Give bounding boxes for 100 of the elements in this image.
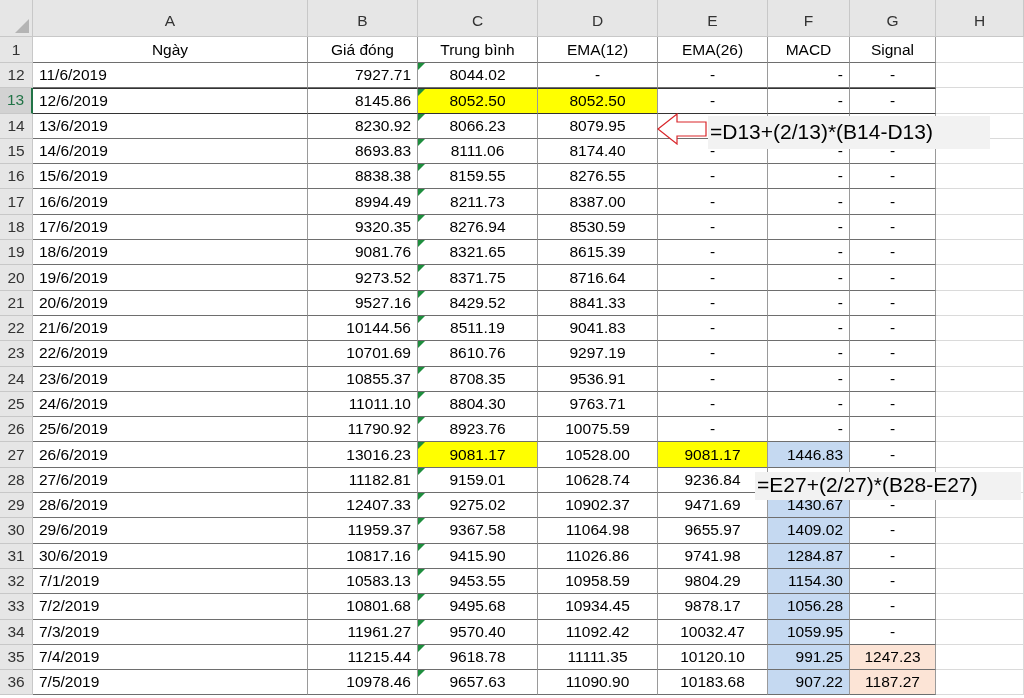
table-cell: - [658, 63, 768, 89]
table-cell: - [850, 417, 936, 443]
table-cell: 7/2/2019 [33, 594, 308, 620]
table-cell: - [768, 63, 850, 89]
column-header[interactable]: F [768, 0, 850, 37]
row-header[interactable]: 13 [0, 88, 33, 114]
table-cell: 7/3/2019 [33, 619, 308, 645]
table-cell: 1446.83 [768, 442, 850, 468]
row-header[interactable]: 30 [0, 518, 33, 544]
table-cell: 9415.90 [418, 543, 538, 569]
table-cell: 9275.02 [418, 493, 538, 519]
table-cell: 8159.55 [418, 164, 538, 190]
row-header[interactable]: 29 [0, 493, 33, 519]
table-cell: 10628.74 [538, 467, 658, 494]
table-cell: - [658, 189, 768, 215]
table-cell: 11961.27 [308, 619, 418, 645]
table-cell: 14/6/2019 [33, 138, 308, 165]
row-header[interactable]: 32 [0, 568, 33, 595]
row-header[interactable]: 31 [0, 543, 33, 569]
table-cell: 11026.86 [538, 543, 658, 569]
row-header[interactable]: 19 [0, 240, 33, 266]
row-header[interactable]: 1 [0, 37, 33, 63]
table-cell: 7/1/2019 [33, 568, 308, 595]
row-header[interactable]: 18 [0, 214, 33, 241]
row-header[interactable]: 35 [0, 644, 33, 671]
table-cell: - [658, 315, 768, 342]
table-cell: - [768, 214, 850, 241]
table-cell: 9159.01 [418, 467, 538, 494]
table-cell: - [850, 214, 936, 241]
row-header[interactable]: 34 [0, 619, 33, 645]
table-cell: 8174.40 [538, 138, 658, 165]
row-header[interactable]: 17 [0, 189, 33, 215]
row-header[interactable]: 23 [0, 341, 33, 367]
table-cell: 16/6/2019 [33, 189, 308, 215]
table-cell: 991.25 [768, 644, 850, 671]
row-header[interactable]: 14 [0, 113, 33, 139]
table-cell: 907.22 [768, 670, 850, 696]
table-cell: 8615.39 [538, 240, 658, 266]
row-header[interactable]: 25 [0, 391, 33, 418]
table-cell: 8841.33 [538, 290, 658, 316]
row-header[interactable]: 12 [0, 63, 33, 89]
table-cell: 7/4/2019 [33, 644, 308, 671]
row-header[interactable]: 24 [0, 366, 33, 392]
table-cell: 22/6/2019 [33, 341, 308, 367]
column-header[interactable]: A [33, 0, 308, 37]
table-cell: 10144.56 [308, 315, 418, 342]
table-cell: 11064.98 [538, 518, 658, 544]
row-header[interactable]: 22 [0, 315, 33, 342]
table-cell: 10934.45 [538, 594, 658, 620]
column-header[interactable]: D [538, 0, 658, 37]
table-cell: 10978.46 [308, 670, 418, 696]
table-cell: 24/6/2019 [33, 391, 308, 418]
table-cell: - [658, 88, 768, 114]
table-cell: 8716.64 [538, 265, 658, 291]
table-cell: 1409.02 [768, 518, 850, 544]
row-header[interactable]: 21 [0, 290, 33, 316]
table-cell: 8276.55 [538, 164, 658, 190]
table-cell: 28/6/2019 [33, 493, 308, 519]
table-cell: 11/6/2019 [33, 63, 308, 89]
row-header[interactable]: 36 [0, 670, 33, 696]
table-cell: - [850, 88, 936, 114]
table-cell: 8052.50 [418, 88, 538, 114]
table-cell: 9618.78 [418, 644, 538, 671]
row-header[interactable]: 15 [0, 138, 33, 165]
row-header[interactable]: 27 [0, 442, 33, 468]
table-cell: 8693.83 [308, 138, 418, 165]
row-header[interactable]: 16 [0, 164, 33, 190]
table-cell: 1056.28 [768, 594, 850, 620]
column-header[interactable]: E [658, 0, 768, 37]
table-cell: - [850, 240, 936, 266]
table-cell: - [768, 88, 850, 114]
column-header[interactable]: G [850, 0, 936, 37]
column-header[interactable]: B [308, 0, 418, 37]
table-cell: - [768, 341, 850, 367]
table-cell: 29/6/2019 [33, 518, 308, 544]
table-cell: 9495.68 [418, 594, 538, 620]
table-cell: 8079.95 [538, 113, 658, 139]
table-cell: - [850, 594, 936, 620]
table-cell: 1154.30 [768, 568, 850, 595]
table-cell: 9527.16 [308, 290, 418, 316]
table-cell: 11111.35 [538, 644, 658, 671]
table-cell: 19/6/2019 [33, 265, 308, 291]
row-header[interactable]: 33 [0, 594, 33, 620]
table-cell: 8276.94 [418, 214, 538, 241]
table-cell: 27/6/2019 [33, 467, 308, 494]
table-header-cell: Signal [850, 37, 936, 63]
column-header[interactable]: C [418, 0, 538, 37]
row-header[interactable]: 26 [0, 417, 33, 443]
table-cell: - [850, 619, 936, 645]
table-cell: 8708.35 [418, 366, 538, 392]
column-header[interactable]: H [936, 0, 1024, 37]
table-cell: 8371.75 [418, 265, 538, 291]
row-header[interactable]: 20 [0, 265, 33, 291]
table-cell: - [850, 391, 936, 418]
row-header[interactable]: 28 [0, 467, 33, 494]
table-cell: - [658, 164, 768, 190]
table-cell: - [658, 341, 768, 367]
table-cell: 15/6/2019 [33, 164, 308, 190]
table-cell: - [850, 543, 936, 569]
table-cell: 11959.37 [308, 518, 418, 544]
